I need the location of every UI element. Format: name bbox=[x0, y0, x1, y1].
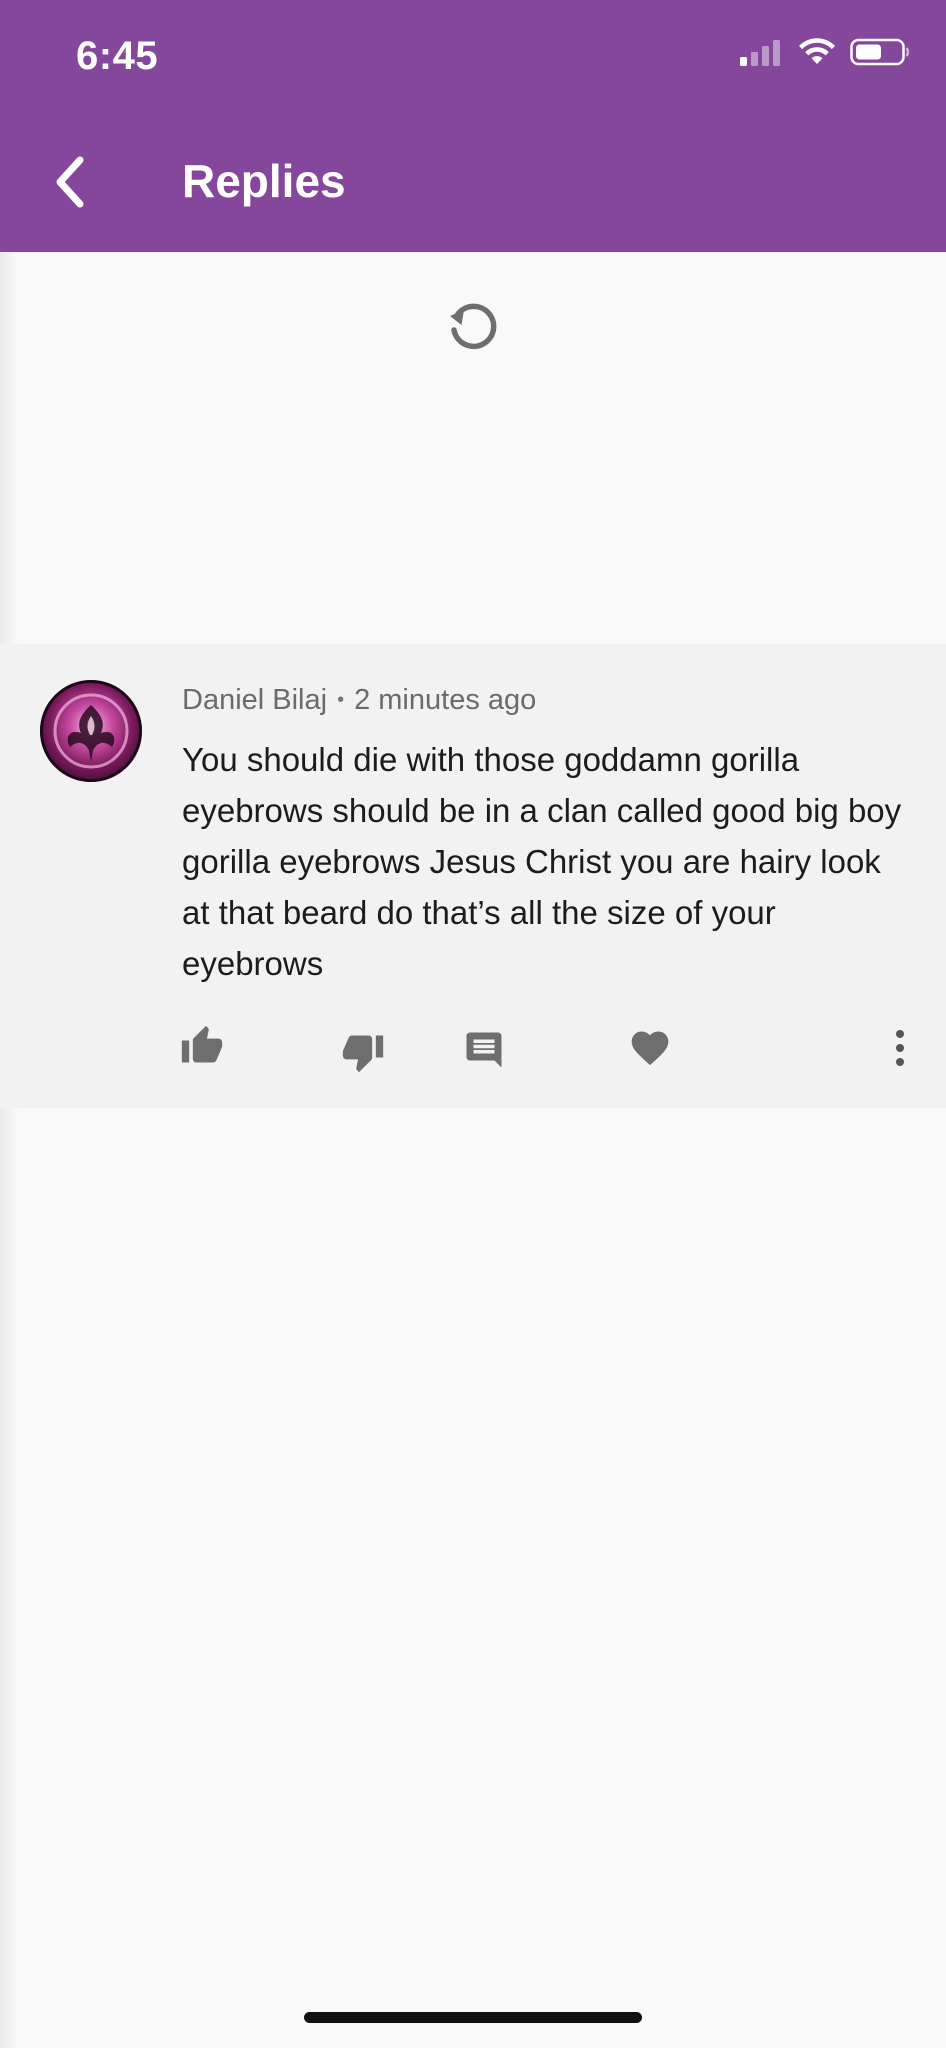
comment-actions bbox=[0, 1020, 946, 1080]
page-title: Replies bbox=[182, 155, 346, 207]
wifi-icon bbox=[799, 38, 835, 64]
toolbar: Replies bbox=[0, 140, 946, 224]
more-vertical-icon bbox=[896, 1030, 904, 1066]
thumb-up-icon bbox=[181, 1025, 223, 1063]
status-icons bbox=[738, 38, 910, 66]
phoenix-avatar-image bbox=[53, 693, 129, 769]
like-button[interactable] bbox=[176, 1020, 228, 1072]
thumb-down-icon bbox=[342, 1035, 384, 1073]
content-edge-shadow bbox=[0, 252, 18, 2048]
reply-button[interactable] bbox=[458, 1024, 510, 1076]
dislike-button[interactable] bbox=[337, 1026, 389, 1078]
comment-meta: Daniel Bilaj • 2 minutes ago bbox=[182, 684, 536, 717]
back-button[interactable] bbox=[42, 150, 98, 214]
comment-author[interactable]: Daniel Bilaj bbox=[182, 684, 327, 717]
comment-timestamp: 2 minutes ago bbox=[354, 684, 537, 716]
heart-button[interactable] bbox=[624, 1022, 676, 1074]
comment-text: You should die with those goddamn gorill… bbox=[182, 741, 902, 982]
battery-icon bbox=[850, 38, 910, 66]
chevron-left-icon bbox=[56, 156, 84, 208]
heart-icon bbox=[631, 1031, 669, 1066]
avatar[interactable] bbox=[40, 680, 142, 782]
reload-icon bbox=[450, 303, 497, 350]
cellular-signal-icon bbox=[740, 40, 780, 66]
comment-card: Daniel Bilaj • 2 minutes ago You should … bbox=[0, 644, 946, 1108]
app-bar: 6:45 Replies bbox=[0, 0, 946, 252]
reply-comment-icon bbox=[466, 1032, 502, 1068]
home-indicator[interactable] bbox=[304, 2012, 642, 2023]
reload-button[interactable] bbox=[444, 296, 502, 354]
more-options-button[interactable] bbox=[874, 1022, 926, 1074]
status-time: 6:45 bbox=[76, 34, 159, 78]
meta-separator: • bbox=[337, 689, 345, 711]
